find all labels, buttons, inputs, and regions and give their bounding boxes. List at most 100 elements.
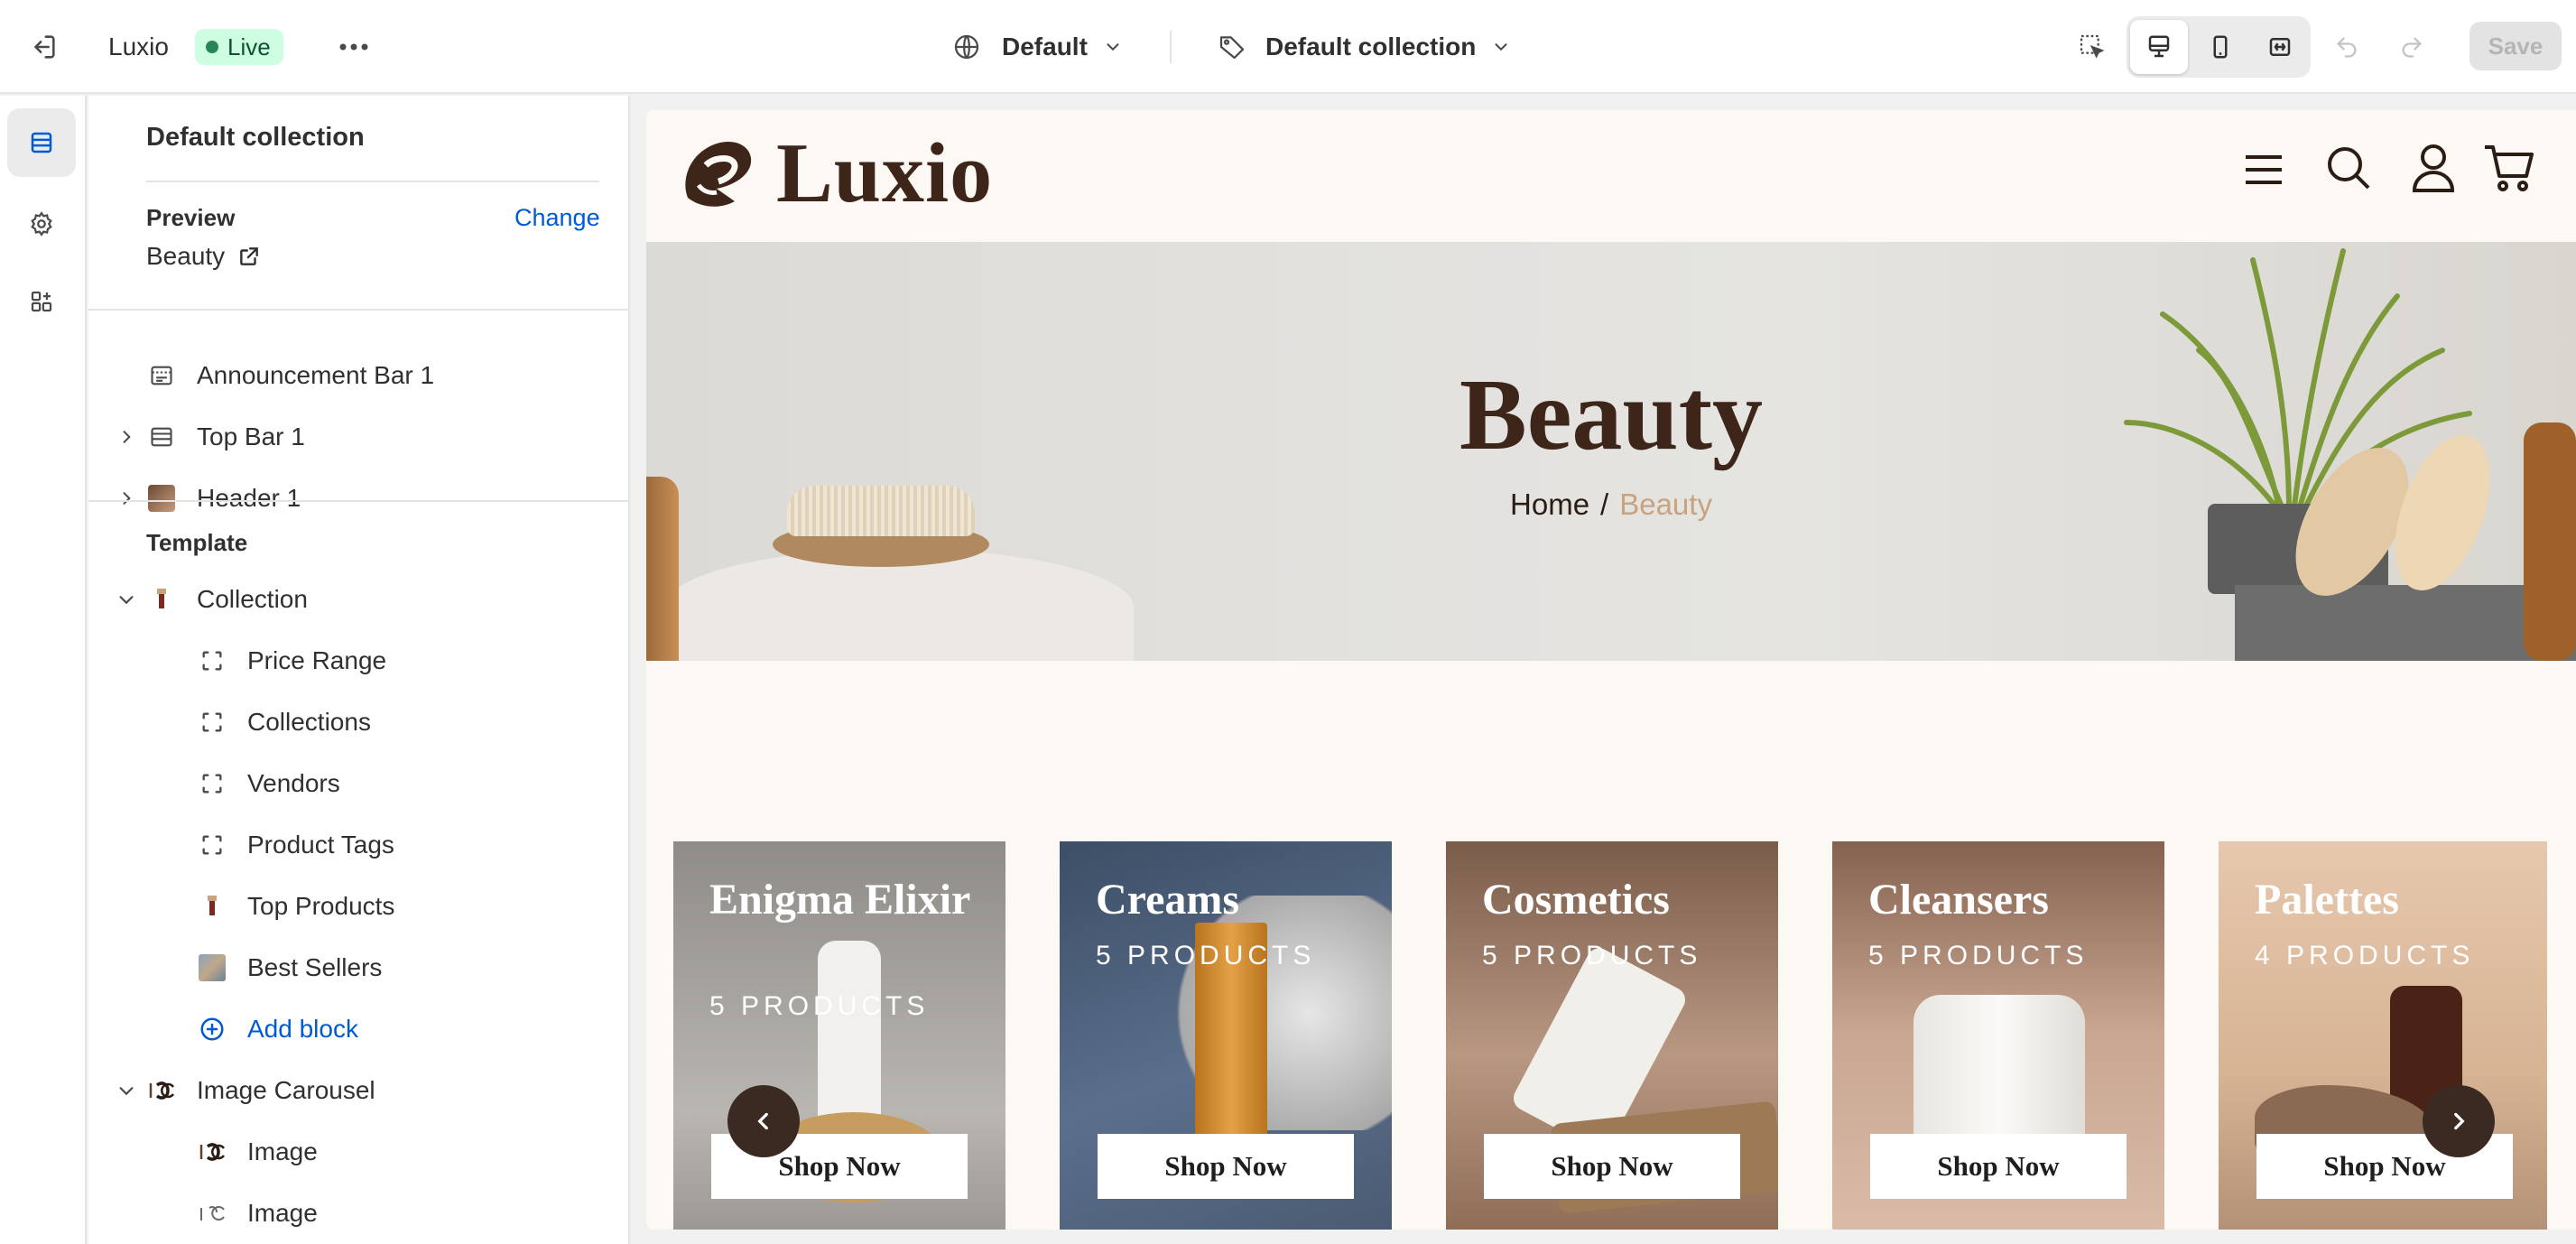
exit-icon[interactable] (23, 27, 63, 67)
undo-icon[interactable] (2329, 29, 2365, 65)
external-link-icon (237, 245, 261, 268)
chevron-down-icon[interactable] (116, 1080, 137, 1101)
collection-card[interactable]: Palettes 4 PRODUCTS Shop Now (2219, 841, 2547, 1230)
collection-card[interactable]: Cosmetics 5 PRODUCTS Shop Now (1446, 841, 1778, 1230)
block-placeholder-icon (199, 709, 226, 736)
image-thumbnail-icon (199, 1200, 226, 1227)
change-preview-link[interactable]: Change (514, 204, 600, 232)
search-icon[interactable] (2321, 141, 2376, 195)
account-icon[interactable] (2406, 141, 2460, 195)
storefront-preview: Luxio Beauty Home / Beauty Enigma Elixir… (646, 110, 2576, 1230)
block-top-products[interactable]: Top Products (88, 877, 628, 935)
section-top-bar[interactable]: Top Bar 1 (88, 408, 628, 466)
card-title: Enigma Elixir (709, 876, 971, 924)
card-product-count: 5 PRODUCTS (1096, 941, 1316, 970)
carousel-prev-button[interactable] (727, 1085, 800, 1157)
divider (1170, 31, 1172, 63)
fullscreen-view-icon[interactable] (2251, 20, 2309, 74)
block-label: Best Sellers (247, 953, 383, 981)
panel-title: Default collection (146, 123, 365, 152)
shop-now-button[interactable]: Shop Now (1484, 1134, 1740, 1199)
live-badge-label: Live (227, 32, 271, 60)
divider (88, 500, 628, 502)
product-thumbnail-icon (199, 893, 226, 920)
block-placeholder-icon (199, 831, 226, 859)
divider (88, 309, 628, 311)
inspector-cursor-icon[interactable] (2072, 27, 2112, 67)
theme-settings-icon[interactable] (7, 190, 76, 258)
collection-card[interactable]: Creams 5 PRODUCTS Shop Now (1060, 841, 1392, 1230)
collection-card[interactable]: Enigma Elixir 5 PRODUCTS Shop Now (673, 841, 1005, 1230)
template-selector[interactable]: Default collection (1217, 25, 1512, 69)
theme-selector[interactable]: Default (951, 25, 1124, 69)
tag-icon (1217, 32, 1247, 62)
theme-selector-label: Default (1002, 32, 1088, 60)
mobile-view-icon[interactable] (2191, 20, 2249, 74)
logo-text: Luxio (776, 126, 994, 220)
shop-now-button[interactable]: Shop Now (1870, 1134, 2127, 1199)
shop-now-button[interactable]: Shop Now (1098, 1134, 1354, 1199)
section-image-carousel[interactable]: Image Carousel (88, 1062, 628, 1119)
preview-resource[interactable]: Beauty (146, 242, 261, 271)
section-layout-icon (148, 362, 175, 389)
section-label: Top Bar 1 (197, 422, 305, 450)
header-thumbnail-icon (148, 485, 175, 512)
card-title: Cosmetics (1482, 876, 1670, 924)
block-image[interactable]: Image (88, 1184, 628, 1242)
editor-left-rail (0, 96, 87, 1244)
logo-mark-icon (672, 125, 767, 221)
desktop-view-icon[interactable] (2130, 20, 2188, 74)
store-logo[interactable]: Luxio (672, 125, 993, 222)
card-product-count: 4 PRODUCTS (2255, 941, 2475, 970)
carousel-next-button[interactable] (2423, 1085, 2495, 1157)
section-collection[interactable]: Collection (88, 571, 628, 628)
template-group-label: Template (146, 529, 248, 556)
chevron-right-icon[interactable] (116, 487, 137, 509)
block-product-tags[interactable]: Product Tags (88, 816, 628, 874)
block-best-sellers[interactable]: Best Sellers (88, 939, 628, 997)
collection-card[interactable]: Cleansers 5 PRODUCTS Shop Now (1832, 841, 2164, 1230)
preview-resource-label: Beauty (146, 242, 226, 270)
divider (146, 181, 599, 182)
block-price-range[interactable]: Price Range (88, 632, 628, 690)
block-label: Price Range (247, 646, 387, 674)
chevron-down-icon (1102, 36, 1124, 58)
card-product-count: 5 PRODUCTS (1868, 941, 2089, 970)
collection-title: Beauty (1459, 359, 1763, 471)
breadcrumb-separator: / (1600, 487, 1609, 521)
sections-panel: Default collection Preview Change Beauty… (88, 96, 630, 1244)
carousel-thumbnail-icon (148, 1077, 175, 1104)
chevron-right-icon (2447, 1109, 2470, 1133)
sections-icon[interactable] (7, 108, 76, 177)
section-label: Image Carousel (197, 1076, 375, 1104)
chevron-right-icon[interactable] (116, 426, 137, 448)
breadcrumb-home-link[interactable]: Home (1510, 487, 1589, 522)
card-title: Creams (1096, 876, 1240, 924)
block-label: Collections (247, 708, 371, 736)
section-announcement-bar[interactable]: Announcement Bar 1 (88, 347, 628, 404)
globe-icon (951, 32, 982, 62)
block-vendors[interactable]: Vendors (88, 755, 628, 812)
preview-label: Preview (146, 204, 236, 231)
add-block-button[interactable]: Add block (88, 1000, 628, 1058)
store-name: Luxio (108, 32, 169, 60)
redo-icon[interactable] (2394, 29, 2430, 65)
cart-icon[interactable] (2480, 141, 2536, 195)
block-collections[interactable]: Collections (88, 693, 628, 751)
breadcrumb: Home / Beauty (646, 487, 2576, 522)
product-thumbnail-icon (148, 586, 175, 613)
block-image[interactable]: Image (88, 1123, 628, 1181)
save-button[interactable]: Save (2469, 22, 2562, 70)
section-label: Header 1 (197, 484, 301, 512)
card-product-count: 5 PRODUCTS (709, 991, 930, 1021)
menu-icon[interactable] (2238, 144, 2289, 195)
add-block-label: Add block (247, 1015, 358, 1043)
more-actions-icon[interactable] (334, 29, 374, 65)
collection-hero-banner: Beauty Home / Beauty (646, 242, 2576, 661)
card-product-count: 5 PRODUCTS (1482, 941, 1702, 970)
section-header[interactable]: Header 1 (88, 469, 628, 527)
app-embeds-icon[interactable] (7, 267, 76, 336)
plus-circle-icon (199, 1016, 226, 1043)
block-placeholder-icon (199, 770, 226, 797)
chevron-down-icon[interactable] (116, 589, 137, 610)
